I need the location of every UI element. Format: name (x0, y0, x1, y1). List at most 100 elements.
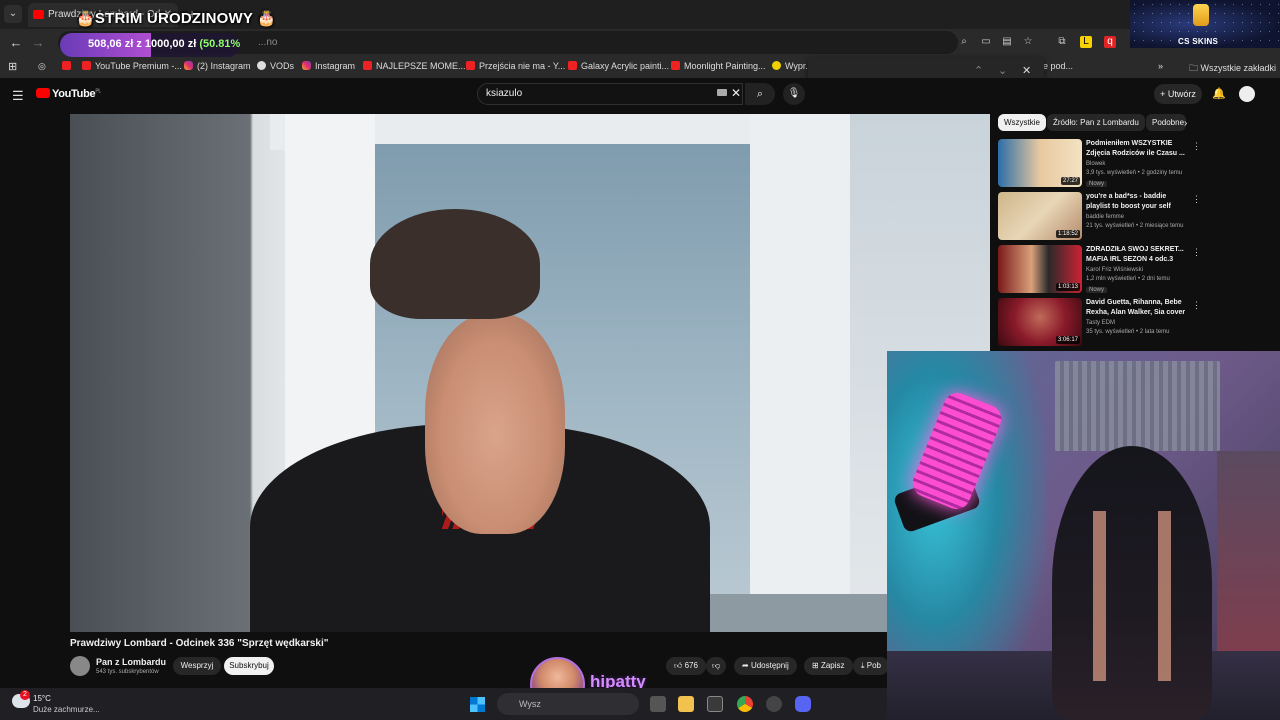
find-previous-icon[interactable]: ⌃ (974, 64, 983, 77)
bookmark-item[interactable]: VODs (257, 61, 294, 71)
search-value: ksiazulo (486, 88, 523, 99)
recommendation-item[interactable]: 1:18:52 you're a bad*ss - baddie playlis… (998, 192, 1273, 244)
app-icon[interactable] (766, 696, 782, 712)
sponsor-logo-icon (1193, 4, 1209, 26)
share-button[interactable]: ➦ Udostępnij (734, 657, 797, 675)
zoom-icon[interactable]: ⌕ (958, 36, 970, 48)
more-options-icon[interactable]: ⋮ (1192, 141, 1201, 152)
channel-name[interactable]: Pan z Lombardu (96, 657, 166, 667)
more-options-icon[interactable]: ⋮ (1192, 247, 1201, 258)
filter-chips: Wszystkie Źródło: Pan z Lombardu Podobne (998, 114, 1268, 132)
donation-goal-text: 508,06 zł z 1000,00 zł (50.81%) (88, 38, 240, 50)
notifications-bell-icon[interactable]: 🔔 (1212, 87, 1226, 100)
notification-badge: 2 (20, 690, 30, 700)
video-title: Prawdziwy Lombard - Odcinek 336 "Sprzęt … (70, 638, 329, 649)
bookmarks-bar: ⊞ ◎ YouTube Premium -... (2) Instagram V… (0, 56, 1280, 78)
back-icon[interactable]: ← (8, 35, 24, 50)
recommendation-item[interactable]: 1:03:13 ZDRADZIŁA SWÓJ SEKRET... MAFIA I… (998, 245, 1273, 297)
save-button[interactable]: ⊞ Zapisz (804, 657, 853, 675)
recommendation-thumbnail[interactable]: 1:18:52 (998, 192, 1082, 240)
bookmark-item[interactable]: YouTube Premium -... (82, 61, 182, 71)
voice-search-icon[interactable]: 🎙 (783, 83, 805, 105)
chips-next-icon[interactable]: › (1184, 118, 1187, 129)
extension-l-icon[interactable]: L (1080, 36, 1092, 48)
bookmark-item[interactable]: e pod... (1043, 61, 1073, 71)
support-button[interactable]: Wesprzyj (173, 657, 221, 675)
all-bookmarks-button[interactable]: 🗀 Wszystkie zakładki (1189, 61, 1276, 77)
tab-search-button[interactable]: ⌄ (4, 5, 22, 23)
youtube-play-icon (36, 88, 50, 98)
thumbs-down-icon: 👎︎ (712, 661, 721, 670)
dislike-button[interactable]: 👎︎ (706, 657, 727, 675)
clear-search-icon[interactable]: ✕ (731, 86, 741, 100)
youtube-favicon-icon (33, 10, 44, 19)
forward-icon[interactable]: → (30, 35, 46, 50)
streamer-webcam (887, 351, 1280, 720)
channel-avatar[interactable] (70, 656, 90, 676)
store-icon[interactable] (707, 696, 723, 712)
chrome-icon[interactable] (737, 696, 753, 712)
bookmark-item[interactable]: Instagram (302, 61, 355, 71)
sponsor-name: CS SKINS (1178, 37, 1219, 46)
apps-grid-icon[interactable]: ⊞ (8, 60, 17, 73)
extension-q-icon[interactable]: q (1104, 36, 1116, 48)
bookmark-item[interactable]: NAJLEPSZE MOME... (363, 61, 466, 71)
windows-start-icon[interactable] (470, 697, 485, 712)
recommendation-item[interactable]: 3:06:17 David Guetta, Rihanna, Bebe Rexh… (998, 298, 1273, 350)
download-button[interactable]: ⤓ Pob (853, 657, 889, 675)
bookmark-item[interactable]: (2) Instagram (184, 61, 251, 71)
save-icon: ⊞ (812, 661, 821, 670)
video-person-head (425, 314, 565, 534)
sponsor-banner: CS SKINS (1130, 0, 1280, 48)
account-avatar[interactable] (1239, 86, 1255, 102)
file-explorer-icon[interactable] (678, 696, 694, 712)
menu-icon[interactable]: ☰ (12, 88, 24, 104)
extensions-icon[interactable]: ⧉ (1056, 36, 1068, 48)
find-close-icon[interactable]: ✕ (1022, 64, 1031, 77)
bookmark-item[interactable]: Przejścia nie ma - Y... (466, 61, 565, 71)
chip-all[interactable]: Wszystkie (998, 114, 1046, 131)
new-badge: Nowy (1086, 181, 1108, 187)
more-options-icon[interactable]: ⋮ (1192, 300, 1201, 311)
city-poster (1055, 361, 1220, 451)
chip-similar[interactable]: Podobne (1146, 114, 1186, 131)
donation-goal-bar: 508,06 zł z 1000,00 zł (50.81%) (60, 33, 240, 57)
recommendation-item[interactable]: 27:27 Podmieniłem WSZYSTKIE Zdjęcia Rodz… (998, 139, 1273, 191)
windows-taskbar: 2 15°C Duże zachmurze... ⌕ Wysz (0, 688, 887, 720)
task-view-icon[interactable] (650, 696, 666, 712)
new-badge: Nowy (1086, 287, 1108, 293)
like-button[interactable]: 👍︎ 676 (666, 657, 706, 675)
discord-icon[interactable] (795, 696, 811, 712)
install-app-icon[interactable]: ▭ (980, 36, 992, 48)
weather-temperature[interactable]: 15°C (33, 694, 51, 703)
bookmark-item[interactable]: Moonlight Painting... (671, 61, 766, 71)
subscribe-button[interactable]: Subskrybuj (224, 657, 274, 675)
bookmark-star-icon[interactable]: ☆ (1022, 36, 1034, 48)
bookmark-item[interactable]: Wypr... (772, 61, 813, 71)
search-button[interactable]: ⌕ (745, 83, 775, 105)
reading-list-icon[interactable]: ◎ (38, 61, 46, 72)
chip-source[interactable]: Źródło: Pan z Lombardu (1047, 114, 1145, 131)
recommendation-thumbnail[interactable]: 3:06:17 (998, 298, 1082, 346)
create-button[interactable]: + Utwórz (1154, 84, 1202, 104)
recommendation-thumbnail[interactable]: 1:03:13 (998, 245, 1082, 293)
bookmark-youtube-icon-only[interactable] (62, 61, 75, 71)
weather-description: Duże zachmurze... (33, 705, 100, 714)
reading-mode-icon[interactable]: ▤ (1001, 36, 1013, 48)
keyboard-icon[interactable] (717, 89, 727, 96)
video-player[interactable] (70, 114, 990, 632)
bookmark-item[interactable]: Galaxy Acrylic painti... (568, 61, 669, 71)
taskbar-search-input[interactable]: Wysz (497, 693, 639, 715)
bookmarks-overflow-icon[interactable]: » (1158, 61, 1163, 71)
recommendation-thumbnail[interactable]: 27:27 (998, 139, 1082, 187)
subscriber-count: 543 tys. subskrybentów (96, 669, 159, 675)
share-icon: ➦ (742, 661, 751, 670)
url-text: ...no (258, 37, 278, 48)
youtube-logo[interactable]: YouTubePL (36, 88, 101, 100)
stream-title: 🎂STRIM URODZINOWY 🎂 (76, 10, 277, 27)
find-next-icon[interactable]: ⌄ (998, 64, 1007, 77)
thumbs-up-icon: 👍︎ (674, 661, 685, 670)
more-options-icon[interactable]: ⋮ (1192, 194, 1201, 205)
search-input[interactable]: ksiazulo (477, 83, 743, 105)
youtube-header: ☰ YouTubePL ksiazulo ✕ ⌕ 🎙 + Utwórz 🔔 (0, 78, 1280, 112)
